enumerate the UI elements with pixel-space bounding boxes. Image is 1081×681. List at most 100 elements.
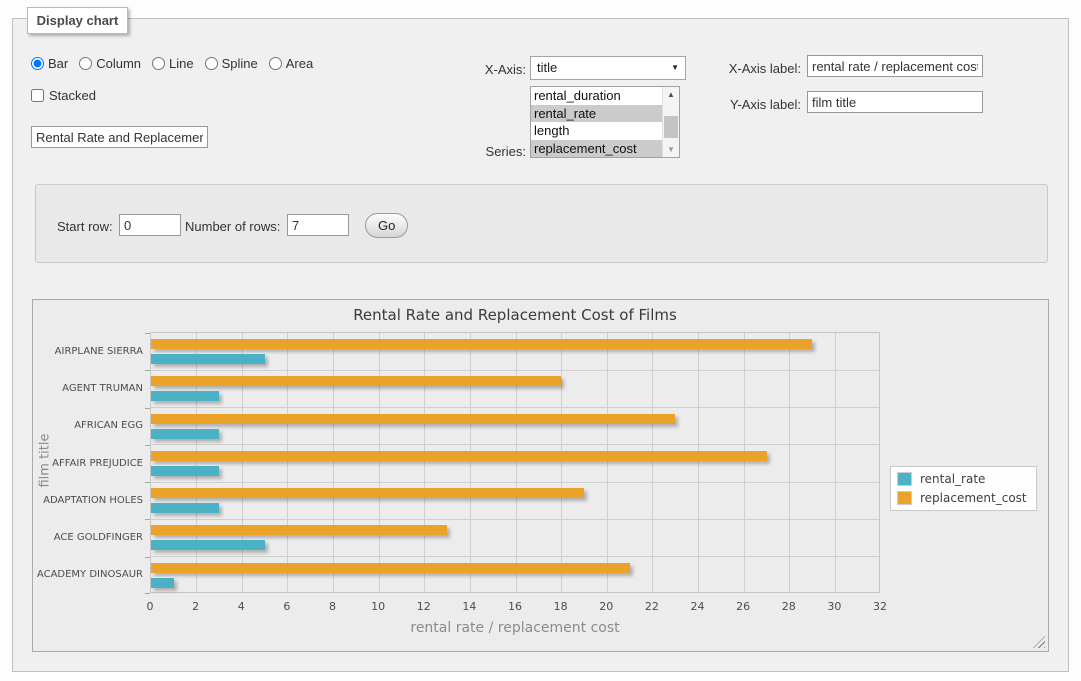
gridline-vertical	[561, 333, 562, 592]
gridline-vertical	[516, 333, 517, 592]
y-tick-mark	[145, 333, 150, 334]
radio-label-area: Area	[286, 56, 313, 71]
gridline-vertical	[744, 333, 745, 592]
num-rows-input[interactable]	[287, 214, 349, 236]
chart-type-option-column[interactable]: Column	[79, 56, 141, 71]
gridline-vertical	[789, 333, 790, 592]
y-tick-mark	[145, 482, 150, 483]
y-axis-title: film title	[38, 411, 53, 511]
gridline-vertical	[652, 333, 653, 592]
legend-swatch	[897, 472, 912, 486]
radio-line[interactable]	[152, 57, 165, 70]
series-multiselect[interactable]: rental_durationrental_ratelengthreplacem…	[530, 86, 680, 158]
scrollbar-up-icon[interactable]: ▲	[663, 87, 679, 102]
x-axis-label-label: X-Axis label:	[701, 61, 801, 76]
y-tick-mark	[145, 593, 150, 594]
gridline-vertical	[470, 333, 471, 592]
start-row-label: Start row:	[57, 219, 113, 234]
gridline-vertical	[242, 333, 243, 592]
y-tick-mark	[145, 519, 150, 520]
plot-grid: AIRPLANE SIERRAAGENT TRUMANAFRICAN EGGAF…	[150, 332, 880, 593]
stacked-label: Stacked	[49, 88, 96, 103]
gridline-vertical	[424, 333, 425, 592]
bar-replacement_cost	[151, 525, 447, 535]
bar-rental_rate	[151, 540, 265, 550]
bar-replacement_cost	[151, 488, 584, 498]
radio-label-bar: Bar	[48, 56, 68, 71]
x-axis-label-input[interactable]	[807, 55, 983, 77]
x-axis-select[interactable]: title ▼	[530, 56, 686, 80]
x-tick-label: 32	[865, 600, 895, 613]
chart-title-input[interactable]	[31, 126, 208, 148]
bar-rental_rate	[151, 503, 219, 513]
bar-replacement_cost	[151, 563, 630, 573]
radio-spline[interactable]	[205, 57, 218, 70]
chart-type-option-bar[interactable]: Bar	[31, 56, 68, 71]
gridline-vertical	[835, 333, 836, 592]
display-chart-fieldset: Display chart BarColumnLineSplineArea St…	[12, 18, 1069, 672]
go-button[interactable]: Go	[365, 213, 408, 238]
x-axis-title: rental rate / replacement cost	[150, 620, 880, 636]
bar-replacement_cost	[151, 414, 675, 424]
gridline-horizontal	[151, 444, 879, 445]
radio-area[interactable]	[269, 57, 282, 70]
num-rows-label: Number of rows:	[185, 219, 280, 234]
legend-entry-replacement_cost: replacement_cost	[897, 491, 1027, 505]
chart-title: Rental Rate and Replacement Cost of Film…	[150, 306, 880, 324]
start-row-input[interactable]	[119, 214, 181, 236]
stacked-checkbox[interactable]	[31, 89, 44, 102]
x-tick-label: 28	[774, 600, 804, 613]
bar-rental_rate	[151, 429, 219, 439]
chart-type-option-line[interactable]: Line	[152, 56, 194, 71]
x-tick-label: 6	[272, 600, 302, 613]
y-tick-mark	[145, 370, 150, 371]
row-range-panel: Start row: Number of rows: Go	[35, 184, 1048, 263]
radio-column[interactable]	[79, 57, 92, 70]
x-tick-label: 24	[683, 600, 713, 613]
series-scrollbar[interactable]: ▲ ▼	[662, 87, 679, 157]
bar-rental_rate	[151, 466, 219, 476]
series-option-length[interactable]: length	[531, 122, 662, 140]
legend-label: replacement_cost	[920, 491, 1027, 505]
scrollbar-thumb[interactable]	[664, 116, 678, 138]
scrollbar-down-icon[interactable]: ▼	[663, 142, 679, 157]
y-tick-mark	[145, 408, 150, 409]
y-axis-label-input[interactable]	[807, 91, 983, 113]
legend-entry-rental_rate: rental_rate	[897, 472, 1027, 486]
chart-type-option-area[interactable]: Area	[269, 56, 313, 71]
bar-rental_rate	[151, 354, 265, 364]
x-tick-label: 22	[637, 600, 667, 613]
resize-grip-icon[interactable]	[1033, 636, 1045, 648]
radio-label-line: Line	[169, 56, 194, 71]
y-category-label: ACADEMY DINOSAUR	[35, 569, 143, 580]
legend-label: rental_rate	[920, 472, 985, 486]
y-axis-label-label: Y-Axis label:	[701, 97, 801, 112]
gridline-vertical	[196, 333, 197, 592]
radio-bar[interactable]	[31, 57, 44, 70]
x-tick-label: 8	[318, 600, 348, 613]
gridline-vertical	[698, 333, 699, 592]
chevron-down-icon: ▼	[671, 64, 679, 72]
series-option-rental_rate[interactable]: rental_rate	[531, 105, 662, 123]
chart-panel: Rental Rate and Replacement Cost of Film…	[32, 299, 1049, 652]
x-tick-label: 0	[135, 600, 165, 613]
y-category-label: AGENT TRUMAN	[35, 383, 143, 394]
gridline-horizontal	[151, 556, 879, 557]
stacked-checkbox-row[interactable]: Stacked	[31, 88, 96, 103]
series-option-rental_duration[interactable]: rental_duration	[531, 87, 662, 105]
gridline-horizontal	[151, 407, 879, 408]
series-option-replacement_cost[interactable]: replacement_cost	[531, 140, 662, 158]
gridline-horizontal	[151, 482, 879, 483]
bar-replacement_cost	[151, 339, 812, 349]
y-category-label: ACE GOLDFINGER	[35, 532, 143, 543]
x-tick-label: 10	[363, 600, 393, 613]
radio-label-column: Column	[96, 56, 141, 71]
x-tick-label: 18	[546, 600, 576, 613]
x-axis-select-value: title	[537, 60, 557, 75]
y-category-label: AIRPLANE SIERRA	[35, 346, 143, 357]
x-tick-label: 20	[591, 600, 621, 613]
gridline-vertical	[607, 333, 608, 592]
gridline-horizontal	[151, 370, 879, 371]
chart-type-option-spline[interactable]: Spline	[205, 56, 258, 71]
x-axis-select-label: X-Axis:	[431, 62, 526, 77]
